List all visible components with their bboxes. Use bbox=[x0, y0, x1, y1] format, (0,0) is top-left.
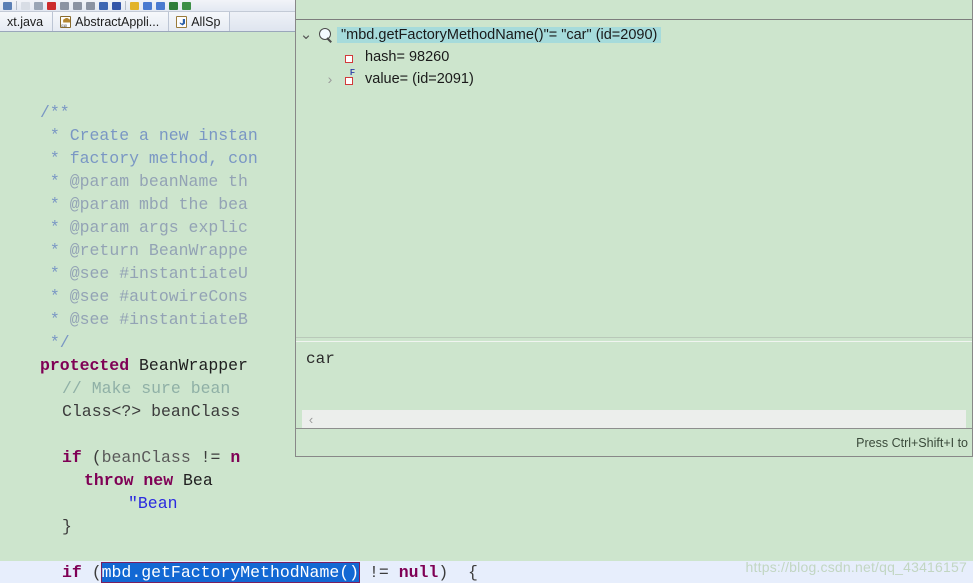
separator-1 bbox=[16, 1, 17, 10]
step-over-icon[interactable] bbox=[60, 1, 69, 10]
debug-icon[interactable] bbox=[112, 1, 121, 10]
warning-icon[interactable] bbox=[130, 1, 139, 10]
code-line-20[interactable]: if (mbd.getFactoryMethodName() != null) … bbox=[0, 561, 973, 583]
field-final-icon bbox=[340, 69, 358, 88]
tree-row-label: hash= 98260 bbox=[365, 49, 450, 65]
editor-tab-label: AllSp bbox=[191, 14, 221, 29]
step-return-icon[interactable] bbox=[86, 1, 95, 10]
step-into-icon[interactable] bbox=[73, 1, 82, 10]
value-preview-pane: car bbox=[296, 342, 972, 410]
code-line-16[interactable]: throw new Bea bbox=[0, 469, 973, 492]
editor-tab-label: AbstractAppli... bbox=[75, 14, 160, 29]
separator-2 bbox=[125, 1, 126, 10]
value-text: car bbox=[306, 350, 335, 368]
editor-tab-label: xt.java bbox=[7, 14, 44, 29]
class-file-icon bbox=[60, 15, 72, 28]
run-last-icon[interactable] bbox=[99, 1, 108, 10]
popup-status-bar: Press Ctrl+Shift+I to bbox=[296, 428, 972, 456]
status-hint-text: Press Ctrl+Shift+I to bbox=[856, 435, 968, 450]
variables-tree[interactable]: ⌄ "mbd.getFactoryMethodName()"= "car" (id… bbox=[296, 20, 972, 337]
tree-row[interactable]: hash= 98260 bbox=[296, 46, 972, 68]
editor-tab-1[interactable]: AbstractAppli... bbox=[53, 12, 170, 31]
java-file-icon bbox=[176, 15, 188, 28]
save-icon[interactable] bbox=[21, 1, 30, 10]
scroll-left-arrow-icon[interactable]: ‹ bbox=[302, 413, 320, 426]
popup-top-strip bbox=[296, 0, 972, 20]
ide-window: xt.javaAbstractAppli...AllSp /** * Creat… bbox=[0, 0, 973, 583]
code-line-19[interactable] bbox=[0, 538, 973, 561]
chevron-right-icon[interactable]: › bbox=[320, 72, 340, 86]
print-icon[interactable] bbox=[34, 1, 43, 10]
navigate-icon[interactable] bbox=[156, 1, 165, 10]
editor-tab-0[interactable]: xt.java bbox=[0, 12, 54, 31]
horizontal-scrollbar[interactable]: ‹ bbox=[302, 410, 966, 428]
magnifier-icon bbox=[316, 26, 334, 44]
perspective-icon[interactable] bbox=[182, 1, 191, 10]
code-selection[interactable]: mbd.getFactoryMethodName() bbox=[100, 562, 361, 583]
tree-row[interactable]: › value= (id=2091) bbox=[296, 68, 972, 90]
field-icon bbox=[340, 48, 358, 66]
editor-tab-2[interactable]: AllSp bbox=[169, 12, 231, 31]
code-line-17[interactable]: "Bean bbox=[0, 492, 973, 515]
stop-icon[interactable] bbox=[47, 1, 56, 10]
search-icon[interactable] bbox=[143, 1, 152, 10]
tree-row-label: value= (id=2091) bbox=[365, 71, 474, 87]
chevron-down-icon[interactable]: ⌄ bbox=[296, 27, 316, 42]
tree-row-label: "mbd.getFactoryMethodName()"= "car" (id=… bbox=[337, 27, 662, 43]
debug-inspect-popup[interactable]: ⌄ "mbd.getFactoryMethodName()"= "car" (id… bbox=[295, 0, 973, 457]
new-file-icon[interactable] bbox=[3, 1, 12, 10]
tree-row[interactable]: ⌄ "mbd.getFactoryMethodName()"= "car" (id… bbox=[296, 24, 972, 46]
code-line-18[interactable]: } bbox=[0, 515, 973, 538]
terminal-icon[interactable] bbox=[169, 1, 178, 10]
